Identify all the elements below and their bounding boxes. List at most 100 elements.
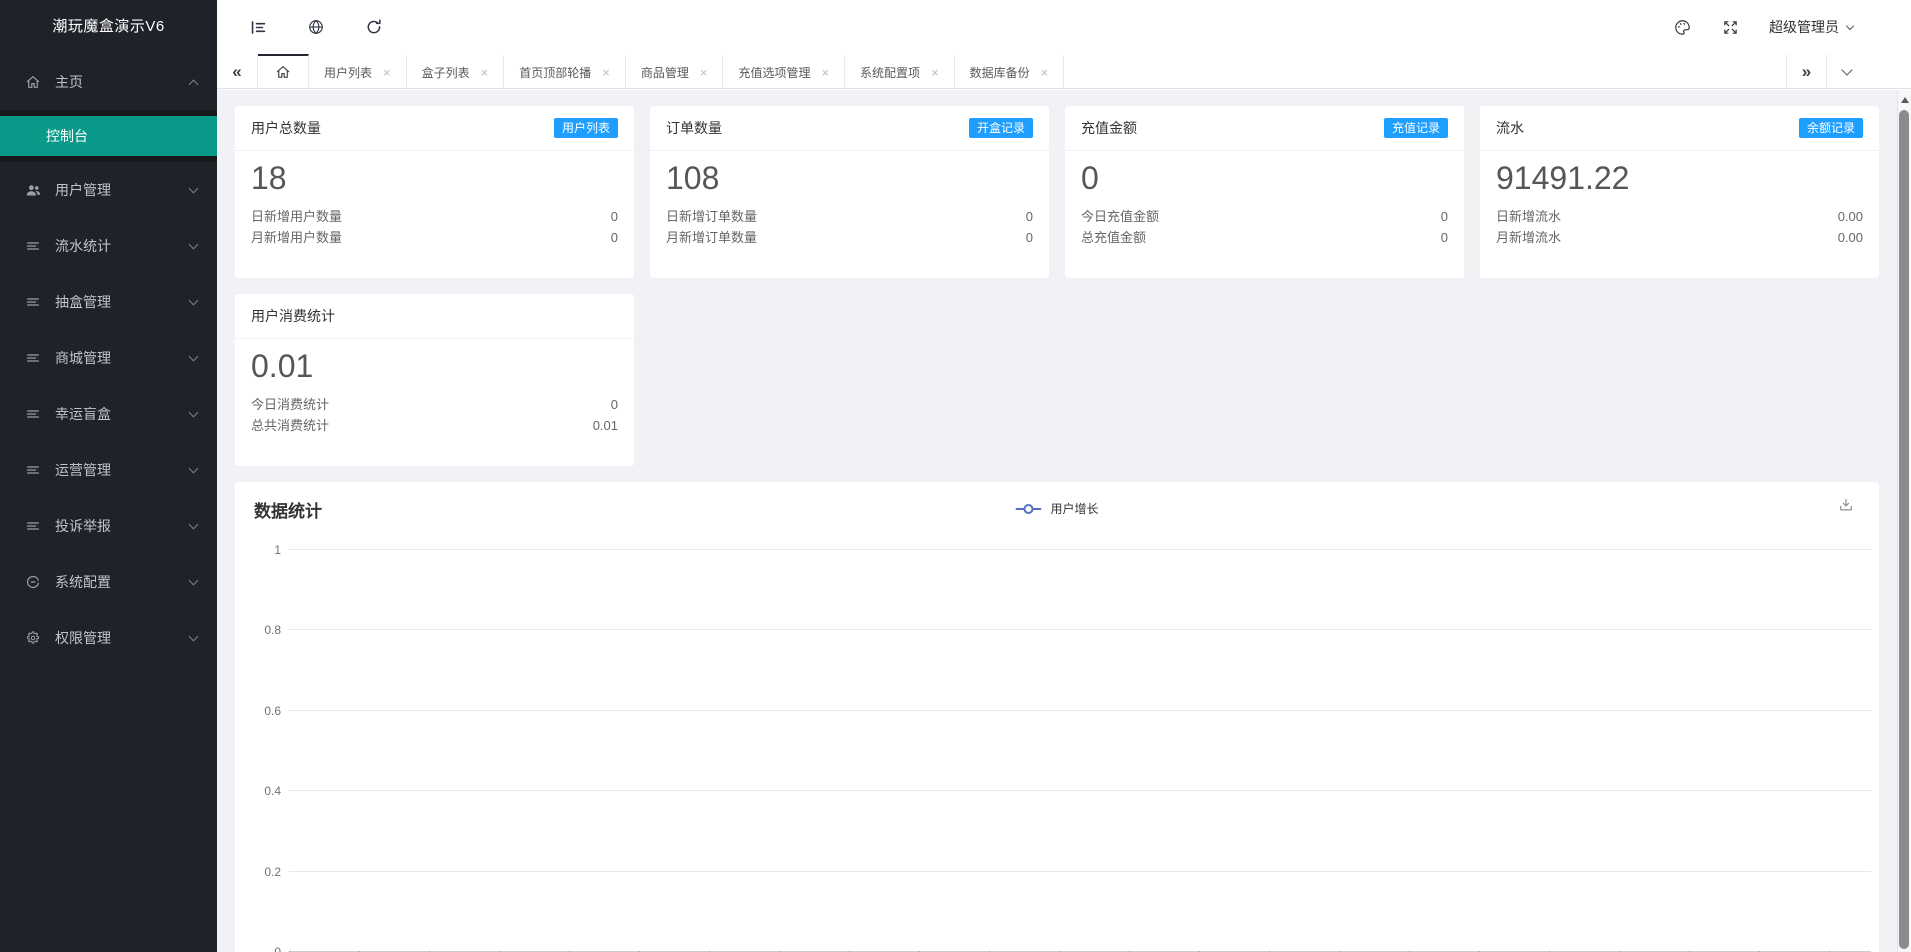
sidebar-item-label: 商城管理: [55, 350, 111, 366]
legend-label: 用户增长: [1050, 502, 1099, 516]
circle-icon: [24, 574, 42, 590]
tab-user-list[interactable]: 用户列表 ×: [309, 54, 407, 88]
stat-card-body: 18 日新增用户数量 0 月新增用户数量 0: [235, 151, 634, 248]
tab-recharge-options[interactable]: 充值选项管理 ×: [723, 54, 846, 88]
fullscreen-icon[interactable]: [1722, 19, 1739, 36]
stat-card-badge-link[interactable]: 用户列表: [553, 117, 618, 139]
chevron-down-icon: [1845, 21, 1855, 30]
chevron-down-icon: [188, 519, 199, 530]
sidebar-item-label: 主页: [55, 74, 83, 90]
sidebar-item-permission-management[interactable]: 权限管理: [0, 610, 217, 666]
globe-icon: [307, 18, 325, 36]
stat-row-value: 0: [610, 209, 618, 224]
scrollbar-thumb[interactable]: [1899, 110, 1909, 949]
content-scrollbar[interactable]: [1897, 90, 1911, 952]
home-icon: [24, 74, 42, 90]
close-icon[interactable]: ×: [821, 66, 829, 79]
sidebar-item-operation-management[interactable]: 运营管理: [0, 442, 217, 498]
stat-row-value: 0: [1025, 209, 1033, 224]
tabs-scroll-left-button[interactable]: «: [217, 54, 258, 88]
topbar-right: 超级管理员: [1673, 17, 1911, 37]
list-icon: [24, 350, 42, 366]
sidebar-item-mall-management[interactable]: 商城管理: [0, 330, 217, 386]
tab-box-list[interactable]: 盒子列表 ×: [406, 54, 505, 88]
tab-home-top-carousel[interactable]: 首页顶部轮播 ×: [504, 54, 626, 88]
tabs-menu-button[interactable]: [1826, 54, 1866, 88]
y-axis-tick-label: 0.2: [264, 864, 281, 879]
stat-cards-row-2: 用户消费统计 0.01 今日消费统计 0 总共消费统计 0.01: [235, 294, 1879, 466]
stat-card-badge-link[interactable]: 充值记录: [1383, 117, 1448, 139]
sidebar-item-console[interactable]: 控制台: [0, 116, 217, 156]
tab-label: 系统配置项: [860, 65, 921, 80]
stat-card-badge-link[interactable]: 开盒记录: [968, 117, 1033, 139]
sidebar-item-system-config[interactable]: 系统配置: [0, 554, 217, 610]
stat-card-value: 91491.22: [1496, 160, 1630, 196]
user-dropdown[interactable]: 超级管理员: [1769, 17, 1855, 37]
stat-row-value: 0: [1440, 230, 1448, 245]
sidebar-item-label: 投诉举报: [55, 518, 111, 534]
stat-row-value: 0: [1440, 209, 1448, 224]
tab-label: 充值选项管理: [738, 65, 811, 80]
tabbar: « 用户列表 × 盒子列表 × 首页顶部轮播 × 商品管理 × 充值选项管理 × 系统配置项 × 数据库…: [217, 54, 1911, 89]
stat-card-header: 充值金额 充值记录: [1065, 106, 1464, 151]
stat-card-title: 用户消费统计: [251, 308, 335, 324]
tab-system-config-items[interactable]: 系统配置项 ×: [845, 54, 955, 88]
list-icon: [24, 294, 42, 310]
stat-card-row: 今日消费统计 0: [251, 394, 618, 415]
stat-card-row: 日新增流水 0.00: [1496, 206, 1863, 227]
theme-palette-icon[interactable]: [1673, 18, 1692, 37]
stat-card-header: 流水 余额记录: [1480, 106, 1879, 151]
stat-row-value: 0.00: [1837, 209, 1863, 224]
chevron-down-icon: [188, 183, 199, 194]
tab-database-backup[interactable]: 数据库备份 ×: [954, 54, 1065, 88]
sidebar: 潮玩魔盒演示V6 主页控制台用户管理流水统计 抽盒管理商城管理幸运盲盒 运营管理投诉…: [0, 0, 217, 952]
close-icon[interactable]: ×: [931, 66, 939, 79]
stat-card-row: 总充值金额 0: [1081, 227, 1448, 248]
sidebar-item-user-management[interactable]: 用户管理: [0, 162, 217, 218]
close-icon[interactable]: ×: [700, 66, 708, 79]
download-chart-icon[interactable]: [1837, 496, 1855, 514]
tab-label: 用户列表: [324, 65, 373, 80]
sidebar-item-label: 系统配置: [55, 574, 111, 590]
close-icon[interactable]: ×: [602, 66, 610, 79]
username-label: 超级管理员: [1769, 19, 1839, 35]
sidebar-item-lucky-blindbox[interactable]: 幸运盲盒: [0, 386, 217, 442]
stat-card-badge-link[interactable]: 余额记录: [1798, 117, 1863, 139]
tab-product-management[interactable]: 商品管理 ×: [625, 54, 724, 88]
tabs-scroll-right-button[interactable]: »: [1786, 54, 1826, 88]
stat-row-value: 0.00: [1837, 230, 1863, 245]
chevron-down-icon: [1840, 63, 1853, 76]
collapse-sidebar-icon: [249, 18, 268, 37]
legend-item-user-growth[interactable]: 用户增长: [1015, 500, 1099, 517]
refresh-button[interactable]: [345, 0, 403, 54]
stat-card-value: 0.01: [251, 348, 314, 384]
sidebar-item-home[interactable]: 主页: [0, 54, 217, 110]
globe-button[interactable]: [287, 0, 345, 54]
gridline: [289, 709, 1871, 711]
y-axis-tick-label: 0.4: [264, 784, 281, 799]
close-icon[interactable]: ×: [1041, 66, 1049, 79]
stat-card-value: 0: [1081, 160, 1099, 196]
topbar: 超级管理员: [217, 0, 1911, 54]
sidebar-item-box-draw-management[interactable]: 抽盒管理: [0, 274, 217, 330]
scrollbar-up-arrow-icon[interactable]: [1900, 97, 1909, 103]
stat-row-label: 日新增用户数量: [251, 209, 343, 224]
app-logo-title: 潮玩魔盒演示V6: [52, 18, 165, 35]
stat-card-header: 订单数量 开盒记录: [650, 106, 1049, 151]
stat-card-value: 108: [666, 160, 720, 196]
stat-row-label: 日新增订单数量: [666, 209, 758, 224]
collapse-sidebar-button[interactable]: [229, 0, 287, 54]
stat-row-value: 0.01: [592, 418, 618, 433]
close-icon[interactable]: ×: [481, 66, 489, 79]
stat-card-row: 月新增用户数量 0: [251, 227, 618, 248]
close-icon[interactable]: ×: [383, 66, 391, 79]
tab-label: 盒子列表: [421, 65, 470, 80]
sidebar-item-flow-statistics[interactable]: 流水统计: [0, 218, 217, 274]
tab-label: 数据库备份: [969, 65, 1030, 80]
tab-home[interactable]: [258, 54, 309, 88]
tabs: 用户列表 × 盒子列表 × 首页顶部轮播 × 商品管理 × 充值选项管理 × 系统配置项 × 数据库备份…: [258, 54, 1065, 88]
sidebar-item-complaint-report[interactable]: 投诉举报: [0, 498, 217, 554]
stat-row-label: 月新增用户数量: [251, 230, 343, 245]
stat-card-flow: 流水 余额记录 91491.22 日新增流水 0.00 月新增流水 0.00: [1480, 106, 1879, 278]
sidebar-item-label: 用户管理: [55, 182, 111, 198]
